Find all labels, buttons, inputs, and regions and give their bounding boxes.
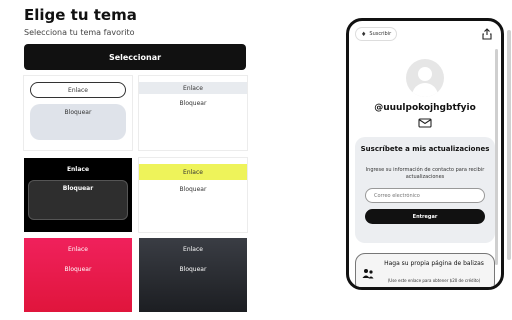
theme-card-minimal[interactable]: Enlace Bloquear [139, 76, 247, 150]
subscribe-title: Suscríbete a mis actualizaciones [360, 145, 490, 153]
phone-preview: ♦ Suscribir @uuulpokojhgbtfyio Suscríbet… [346, 18, 504, 290]
people-icon [362, 269, 374, 279]
bell-icon: ♦ [361, 30, 367, 38]
theme-card-yellow[interactable]: Enlace Bloquear [139, 158, 247, 232]
subscribe-description: Ingrese su información de contacto para … [365, 167, 485, 180]
avatar-icon [406, 59, 444, 97]
select-button[interactable]: Seleccionar [24, 44, 246, 70]
theme-card-dark[interactable]: Enlace Bloquear [24, 158, 132, 232]
theme-link-preview: Enlace [30, 82, 126, 98]
subscribe-button[interactable]: ♦ Suscribir [355, 27, 398, 41]
subscribe-form: Suscríbete a mis actualizaciones Ingrese… [355, 137, 495, 243]
promo-note: (Use este enlace para obtener $20 de cré… [387, 278, 481, 283]
page-subtitle: Selecciona tu tema favorito [24, 28, 135, 37]
theme-card-charcoal[interactable]: Enlace Bloquear [139, 238, 247, 312]
theme-block-preview: Bloquear [179, 266, 207, 273]
theme-editor: Elige tu tema Selecciona tu tema favorit… [0, 0, 512, 320]
theme-block-preview: Bloquear [30, 104, 126, 140]
theme-link-preview: Enlace [66, 165, 90, 173]
theme-block-preview: Bloquear [28, 180, 128, 220]
submit-button[interactable]: Entregar [365, 209, 485, 224]
mail-icon[interactable] [418, 118, 432, 128]
theme-card-classic[interactable]: Enlace Bloquear [24, 76, 132, 150]
preview-scrollbar[interactable] [495, 49, 498, 265]
theme-link-preview: Enlace [68, 246, 88, 253]
promo-card[interactable]: Haga su propia página de balizas (Use es… [355, 253, 495, 287]
email-field[interactable] [365, 188, 485, 203]
theme-block-preview: Bloquear [64, 266, 92, 273]
theme-card-pink[interactable]: Enlace Bloquear [24, 238, 132, 312]
theme-block-preview: Bloquear [179, 100, 207, 107]
profile-username: @uuulpokojhgbtfyio [374, 103, 476, 113]
theme-link-preview: Enlace [183, 246, 203, 253]
share-icon[interactable] [481, 28, 493, 40]
page-title: Elige tu tema [24, 6, 137, 24]
theme-link-preview: Enlace [139, 164, 247, 180]
subscribe-label: Suscribir [369, 31, 392, 37]
theme-block-preview: Bloquear [179, 186, 207, 193]
promo-title: Haga su propia página de balizas [384, 260, 484, 267]
theme-link-preview: Enlace [139, 82, 247, 94]
page-scrollbar[interactable] [507, 30, 511, 260]
